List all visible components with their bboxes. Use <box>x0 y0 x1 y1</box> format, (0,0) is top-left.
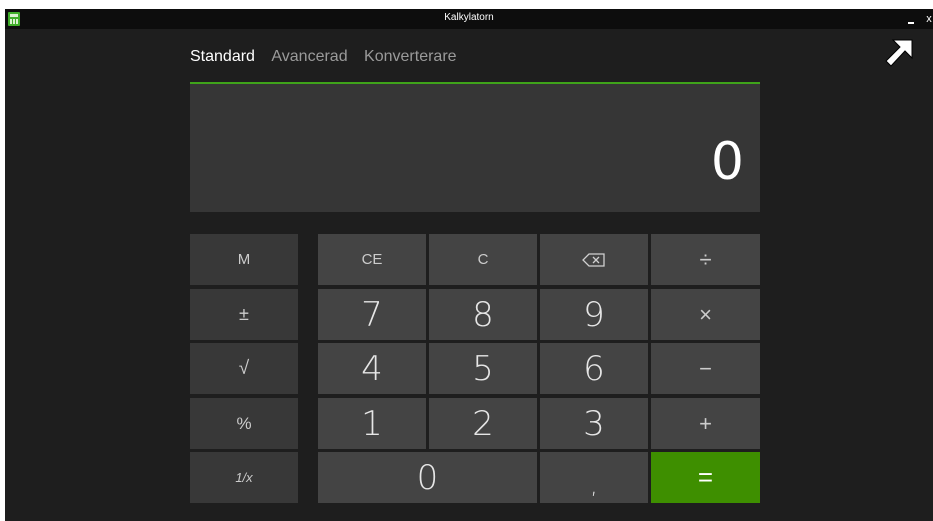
close-button[interactable]: x <box>923 10 933 28</box>
decimal-comma-button[interactable]: , <box>540 452 648 503</box>
digit-5-button[interactable]: 5 <box>429 343 537 394</box>
tab-konverterare[interactable]: Konverterare <box>364 48 457 66</box>
digit-4-button[interactable]: 4 <box>318 343 426 394</box>
digit-2-button[interactable]: 2 <box>429 398 537 449</box>
clear-entry-button[interactable]: CE <box>318 234 426 285</box>
digit-3-button[interactable]: 3 <box>540 398 648 449</box>
tab-avancerad[interactable]: Avancerad <box>271 48 347 66</box>
mouse-cursor-icon <box>885 39 913 67</box>
percent-button[interactable]: % <box>190 398 298 449</box>
digit-6-button[interactable]: 6 <box>540 343 648 394</box>
display-value: 0 <box>710 132 744 192</box>
divide-button[interactable]: ÷ <box>651 234 760 285</box>
backspace-icon <box>582 252 605 267</box>
memory-button[interactable]: M <box>190 234 298 285</box>
negate-button[interactable]: ± <box>190 289 298 340</box>
square-root-button[interactable]: √ <box>190 343 298 394</box>
backspace-button[interactable] <box>540 234 648 285</box>
add-button[interactable]: + <box>651 398 760 449</box>
minimize-button[interactable] <box>902 10 922 28</box>
equals-button[interactable]: = <box>651 452 760 503</box>
digit-8-button[interactable]: 8 <box>429 289 537 340</box>
result-display: 0 <box>190 82 760 212</box>
calculator-window: Kalkylatorn x Standard Avancerad Konvert… <box>5 9 933 521</box>
multiply-button[interactable]: × <box>651 289 760 340</box>
minimize-icon <box>908 22 914 24</box>
clear-button[interactable]: C <box>429 234 537 285</box>
title-bar[interactable]: Kalkylatorn x <box>5 9 933 29</box>
mode-tabs: Standard Avancerad Konverterare <box>190 48 469 72</box>
reciprocal-button[interactable]: 1/x <box>190 452 298 503</box>
digit-0-button[interactable]: 0 <box>318 452 537 503</box>
subtract-button[interactable]: − <box>651 343 760 394</box>
digit-1-button[interactable]: 1 <box>318 398 426 449</box>
digit-7-button[interactable]: 7 <box>318 289 426 340</box>
window-title: Kalkylatorn <box>444 12 494 23</box>
tab-standard[interactable]: Standard <box>190 48 255 66</box>
digit-9-button[interactable]: 9 <box>540 289 648 340</box>
